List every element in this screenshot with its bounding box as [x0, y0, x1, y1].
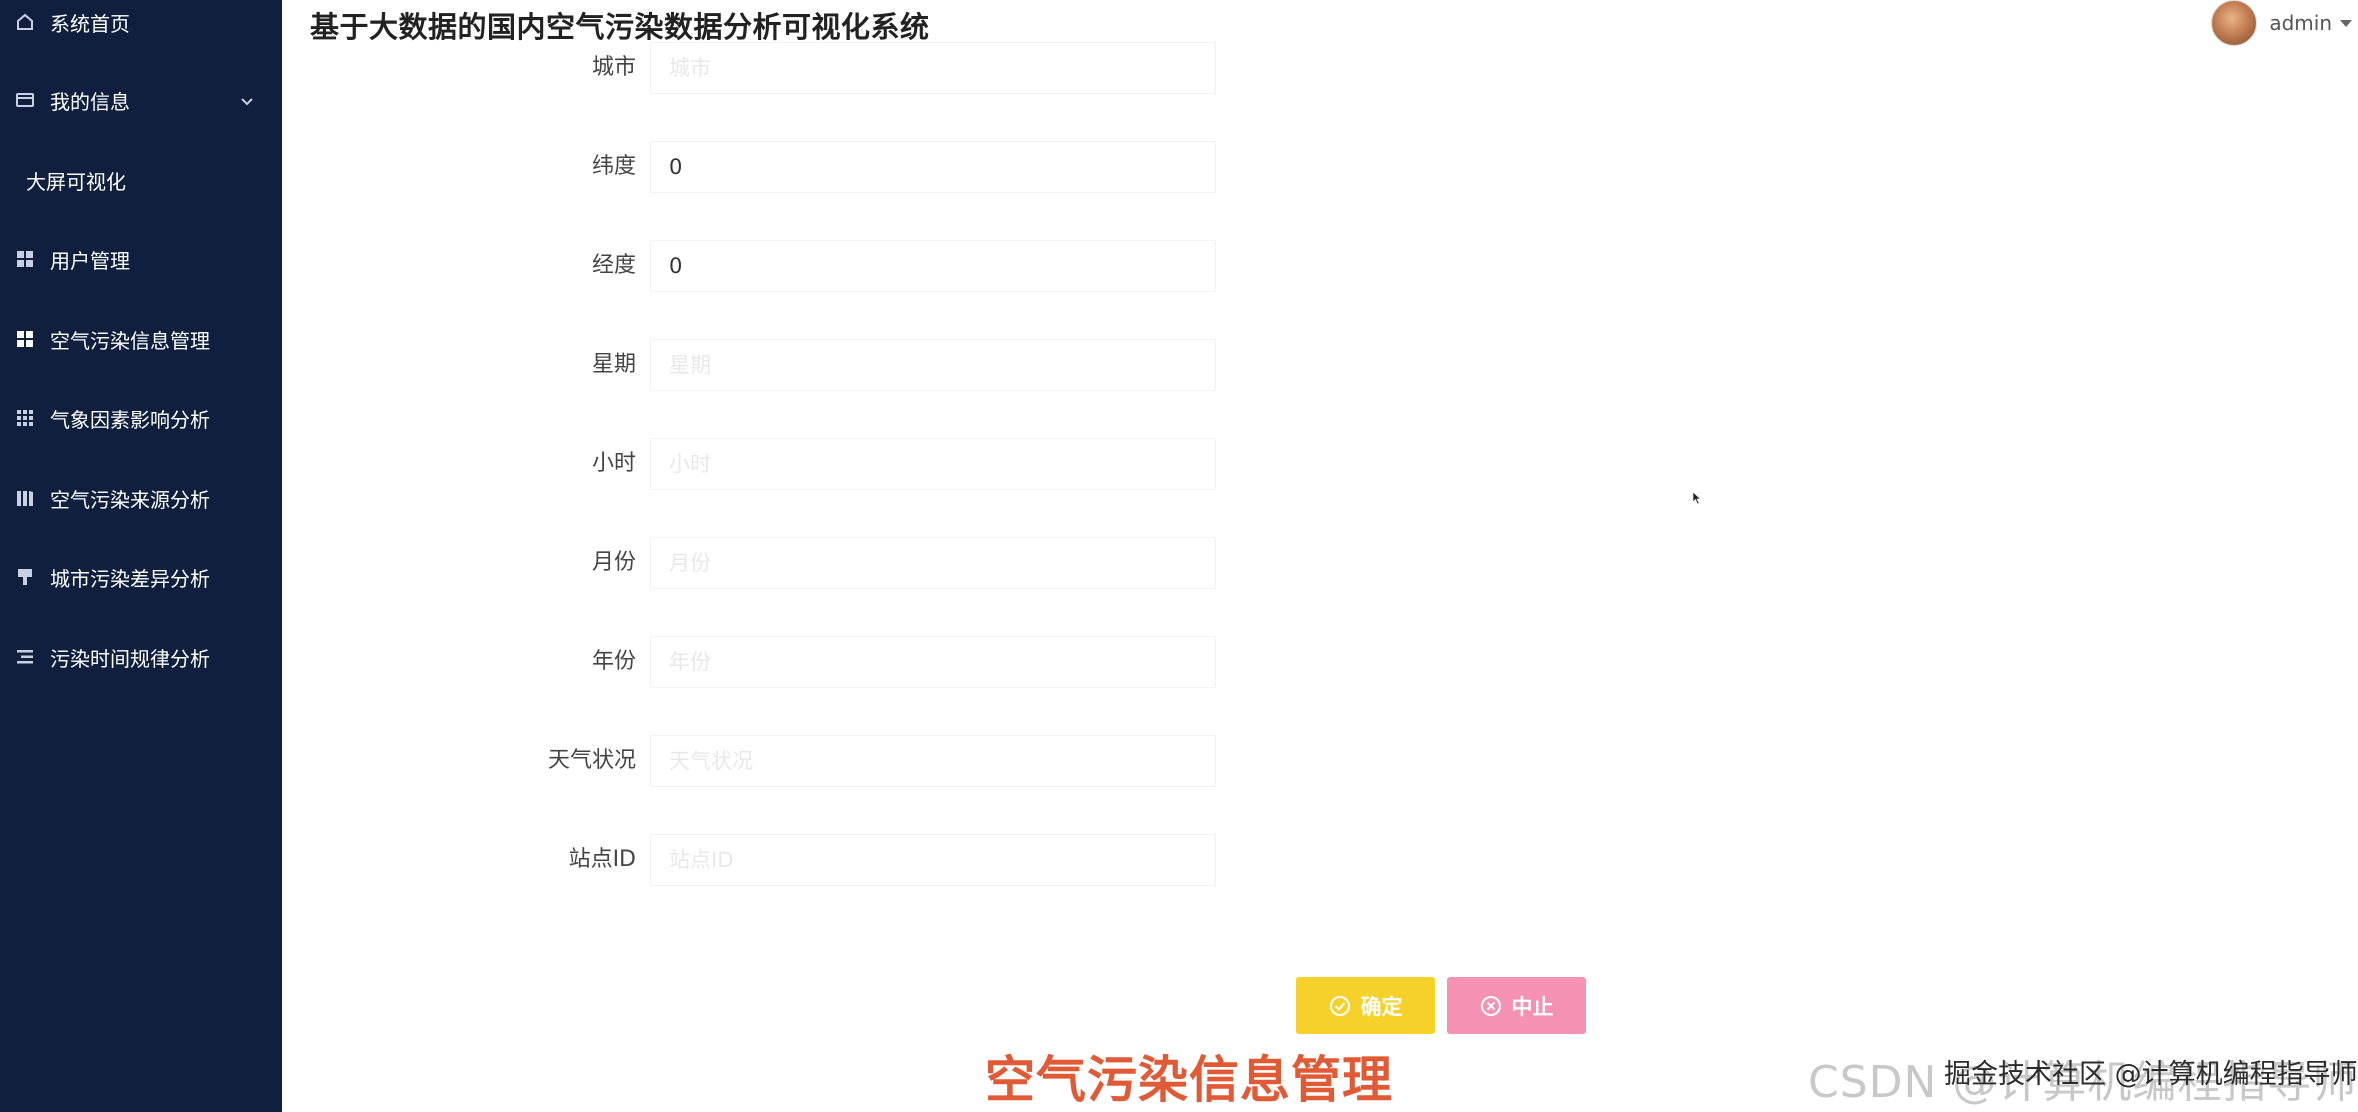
form-row-longitude: 经度 0 [300, 236, 1220, 296]
form-row-latitude: 纬度 0 [300, 137, 1220, 197]
form-row-station-id: 站点ID 站点ID [300, 830, 1220, 890]
avatar[interactable] [2211, 0, 2258, 46]
sidebar-item-users[interactable]: 用户管理 [0, 229, 282, 289]
latitude-input[interactable]: 0 [650, 141, 1216, 193]
form-row-year: 年份 年份 [300, 632, 1220, 692]
form-row-weekday: 星期 星期 [300, 335, 1220, 395]
year-input[interactable]: 年份 [650, 636, 1216, 688]
form-row-weather: 天气状况 天气状况 [300, 731, 1220, 791]
station-id-input[interactable]: 站点ID [650, 834, 1216, 886]
chevron-down-icon [240, 90, 254, 106]
field-label: 天气状况 [547, 748, 636, 773]
sidebar-item-label: 气象因素影响分析 [50, 407, 210, 432]
field-label: 年份 [591, 649, 636, 674]
hour-input[interactable]: 小时 [650, 438, 1216, 490]
sidebar-item-time-analysis[interactable]: 污染时间规律分析 [0, 627, 282, 687]
wallet-icon [14, 89, 36, 111]
caption: 空气污染信息管理 [985, 1051, 1393, 1109]
field-label: 城市 [591, 55, 636, 80]
field-label: 站点ID [568, 847, 636, 872]
sidebar-item-label: 污染时间规律分析 [50, 646, 210, 671]
caret-down-icon [2340, 19, 2352, 27]
cancel-label: 中止 [1511, 994, 1554, 1019]
sidebar-item-label: 系统首页 [50, 11, 130, 36]
form-row-hour: 小时 小时 [300, 434, 1220, 494]
sidebar: 系统首页 我的信息 大屏可视化 用户管理 空气污染信息管理 气象因素影响分析 空… [0, 0, 282, 1112]
user-menu[interactable]: admin [2211, 0, 2358, 46]
mouse-cursor-icon [1692, 491, 1702, 505]
field-label: 月份 [591, 550, 636, 575]
sidebar-item-city-analysis[interactable]: 城市污染差异分析 [0, 547, 282, 607]
sidebar-item-label: 空气污染信息管理 [50, 328, 210, 353]
sidebar-item-label: 用户管理 [50, 248, 130, 273]
longitude-input[interactable]: 0 [650, 240, 1216, 292]
brush-icon [14, 566, 36, 588]
month-input[interactable]: 月份 [650, 537, 1216, 589]
field-label: 纬度 [591, 154, 636, 179]
sidebar-item-my-info[interactable]: 我的信息 [0, 70, 282, 130]
city-input[interactable]: 城市 [650, 42, 1216, 94]
close-circle-icon [1480, 995, 1501, 1016]
sidebar-item-pollution-info[interactable]: 空气污染信息管理 [0, 309, 282, 369]
home-icon [14, 11, 36, 33]
sidebar-item-weather-analysis[interactable]: 气象因素影响分析 [0, 388, 282, 448]
field-label: 星期 [591, 352, 636, 377]
sidebar-item-label: 空气污染来源分析 [50, 487, 210, 512]
form-row-month: 月份 月份 [300, 533, 1220, 593]
juejin-watermark: 掘金技术社区 @计算机编程指导师 [1944, 1059, 2358, 1090]
book-icon [14, 487, 36, 509]
weather-input[interactable]: 天气状况 [650, 735, 1216, 787]
confirm-button[interactable]: 确定 [1296, 977, 1435, 1034]
sidebar-item-label: 城市污染差异分析 [50, 566, 210, 591]
check-circle-icon [1329, 995, 1350, 1016]
sidebar-item-label: 我的信息 [50, 89, 130, 114]
sidebar-item-home[interactable]: 系统首页 [0, 0, 282, 52]
sidebar-item-source-analysis[interactable]: 空气污染来源分析 [0, 468, 282, 528]
confirm-label: 确定 [1360, 994, 1403, 1019]
grid-icon [14, 328, 36, 350]
sidebar-item-label: 大屏可视化 [26, 169, 126, 194]
apps-icon [14, 407, 36, 429]
field-label: 经度 [591, 253, 636, 278]
form-row-city: 城市 城市 [300, 38, 1220, 98]
weekday-input[interactable]: 星期 [650, 339, 1216, 391]
list-icon [14, 646, 36, 668]
cancel-button[interactable]: 中止 [1447, 977, 1586, 1034]
field-label: 小时 [591, 451, 636, 476]
sidebar-item-dashboard[interactable]: 大屏可视化 [0, 150, 282, 210]
grid-icon [14, 248, 36, 270]
username: admin [2269, 11, 2332, 35]
